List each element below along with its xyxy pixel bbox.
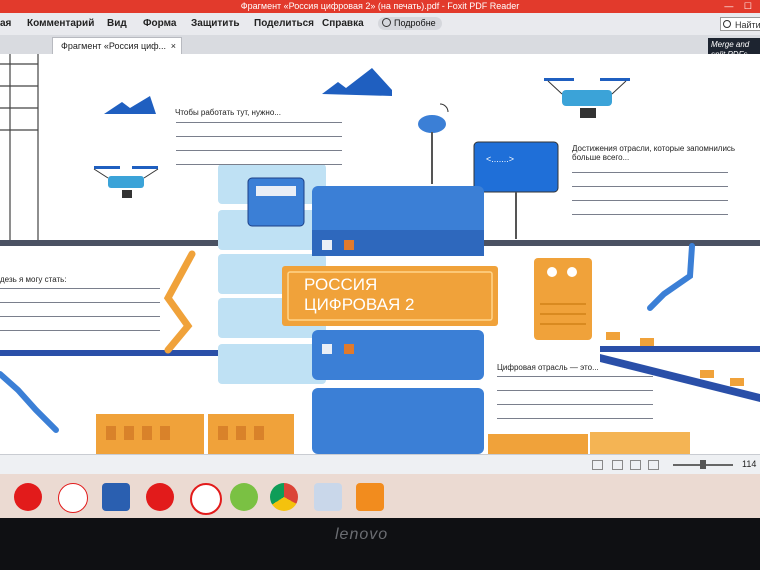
continuous-page-icon[interactable] [612, 460, 623, 470]
answer-line [572, 172, 728, 173]
lightbulb-icon [382, 18, 391, 27]
laptop-bezel: lenovo [0, 518, 760, 570]
answer-line [0, 316, 160, 317]
taskbar [0, 474, 760, 518]
minimize-button[interactable]: — [724, 1, 733, 11]
opera-icon[interactable] [14, 483, 42, 511]
document-tab-label: Фрагмент «Россия циф... [61, 41, 167, 51]
menu-item-comment[interactable]: Комментарий [27, 18, 94, 29]
search-icon [723, 20, 731, 28]
menu-item-truncated[interactable]: ая [0, 18, 11, 29]
petal-icon[interactable] [230, 483, 258, 511]
conveyor-rail [600, 346, 760, 352]
answer-line [0, 302, 160, 303]
menu-item-share[interactable]: Поделиться [254, 18, 314, 29]
robot-arm-left [163, 250, 196, 354]
satellite-dish-graphic [418, 103, 449, 184]
title-bar: Фрагмент «Россия цифровая 2» (на печать)… [0, 0, 760, 13]
zoom-value: 114 [742, 459, 757, 469]
cloud-graphic [322, 68, 392, 96]
orange-machine [534, 258, 592, 340]
answer-line [176, 122, 342, 123]
more-label: Подробне [394, 18, 436, 28]
window-title: Фрагмент «Россия цифровая 2» (на печать)… [240, 1, 520, 11]
search-input[interactable]: Найти [720, 17, 760, 31]
document-tab[interactable]: Фрагмент «Россия циф... × [52, 37, 182, 54]
more-button[interactable]: Подробне [378, 17, 442, 30]
close-tab-button[interactable]: × [171, 38, 176, 55]
status-bar: 114 [0, 454, 760, 475]
facing-page-icon[interactable] [630, 460, 641, 470]
menu-item-view[interactable]: Вид [107, 18, 127, 29]
cloud-graphic [104, 96, 156, 114]
yandex-icon[interactable] [58, 483, 88, 513]
foxit-icon[interactable] [356, 483, 384, 511]
answer-line [497, 418, 653, 419]
drone-graphic [93, 166, 159, 198]
router-graphic [247, 177, 305, 227]
single-page-icon[interactable] [592, 460, 603, 470]
tab-row: Фрагмент «Россия циф... × [0, 35, 760, 54]
pdf-page[interactable]: <.......> РОССИЯ ЦИФРОВАЯ 2 Чтобы работа… [0, 54, 760, 454]
answer-line [497, 376, 653, 377]
zoom-slider-knob[interactable] [700, 460, 706, 469]
title-line-1: РОССИЯ [304, 275, 377, 294]
answer-line [572, 186, 728, 187]
search-placeholder: Найти [735, 20, 760, 30]
opera-icon[interactable] [146, 483, 174, 511]
answer-line [497, 390, 653, 391]
menu-item-form[interactable]: Форма [143, 18, 176, 29]
title-line-2: ЦИФРОВАЯ 2 [304, 295, 414, 314]
chrome-icon[interactable] [270, 483, 298, 511]
drone-graphic [544, 78, 630, 118]
monitor-code-text: <.......> [486, 154, 514, 164]
explorer-icon[interactable] [314, 483, 342, 511]
screen: Фрагмент «Россия цифровая 2» (на печать)… [0, 0, 760, 518]
answer-line [176, 150, 342, 151]
answer-line [0, 288, 160, 289]
answer-line [176, 164, 342, 165]
ladder-graphic [0, 54, 39, 244]
word-icon[interactable] [102, 483, 130, 511]
maximize-button[interactable]: ☐ [744, 1, 752, 11]
answer-line [497, 404, 653, 405]
answer-line [0, 330, 160, 331]
answer-line [176, 136, 342, 137]
robot-arm-bottom-left [0, 371, 59, 433]
yandex-browser-icon[interactable] [190, 483, 222, 515]
fullscreen-icon[interactable] [648, 460, 659, 470]
menu-item-protect[interactable]: Защитить [191, 18, 240, 29]
answer-line [572, 200, 728, 201]
brand-logo: lenovo [335, 526, 389, 543]
prompt-become: дезь я могу стать: [0, 275, 67, 284]
prompt-work: Чтобы работать тут, нужно... [175, 108, 281, 117]
robot-arm-right [647, 243, 695, 311]
prompt-achievements: Достижения отрасли, которые запомнились … [572, 144, 736, 162]
menu-bar: ая Комментарий Вид Форма Защитить Подели… [0, 13, 760, 36]
answer-line [572, 214, 728, 215]
infographic: <.......> РОССИЯ ЦИФРОВАЯ 2 [0, 54, 760, 454]
prompt-industry: Цифровая отрасль — это... [497, 363, 599, 372]
menu-item-help[interactable]: Справка [322, 18, 364, 29]
